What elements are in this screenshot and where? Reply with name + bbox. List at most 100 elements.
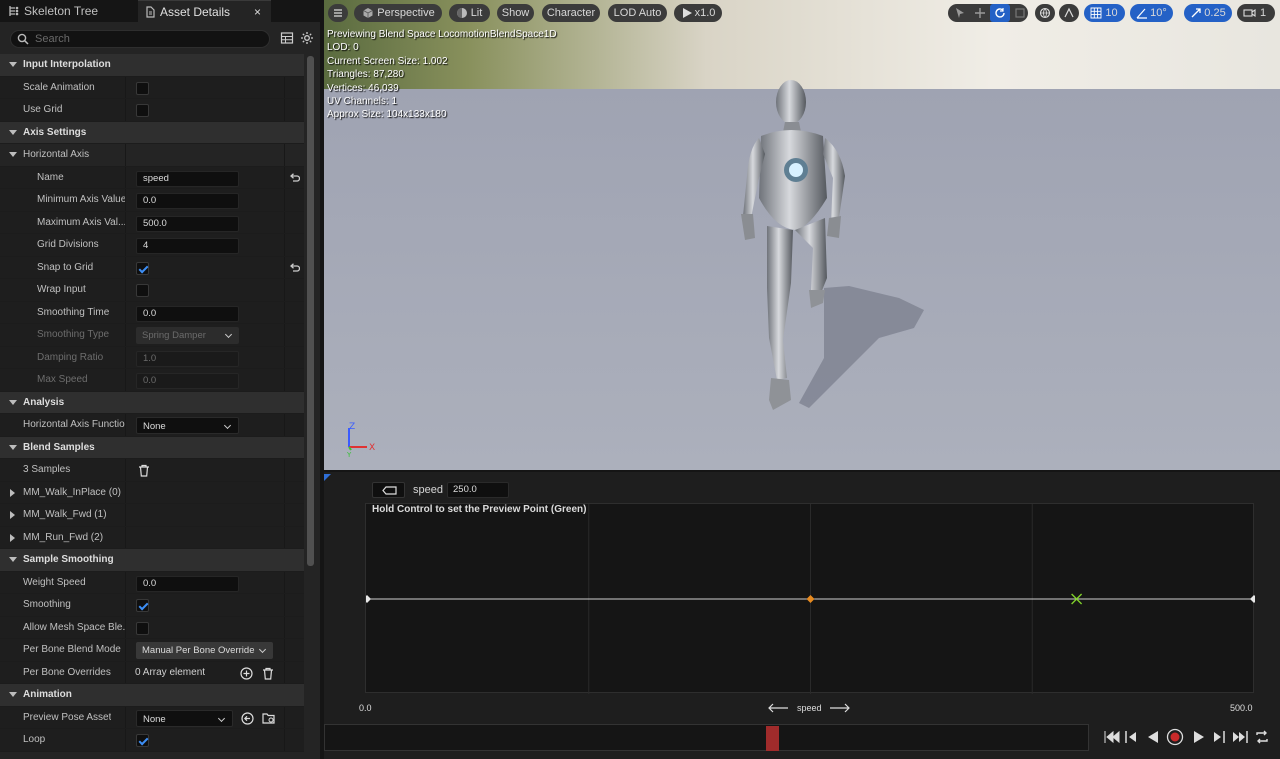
allow-mesh-space-blend-checkbox[interactable] bbox=[136, 621, 149, 635]
category-sample-smoothing[interactable]: Sample Smoothing bbox=[0, 549, 304, 572]
playhead[interactable] bbox=[766, 726, 779, 751]
sample-point[interactable] bbox=[366, 595, 371, 603]
stats-line: LOD: 0 bbox=[327, 42, 359, 54]
table-view-icon[interactable] bbox=[280, 31, 294, 45]
settings-gear-icon[interactable] bbox=[300, 31, 314, 45]
playback-speed-button[interactable]: x1.0 bbox=[674, 4, 722, 22]
smoothing-time-input[interactable]: 0.0 bbox=[136, 305, 239, 322]
toggle-parameter-button[interactable] bbox=[372, 482, 405, 498]
horizontal-axis-function-dropdown[interactable]: None bbox=[136, 417, 239, 434]
preview-viewport[interactable]: Perspective Lit Show Character LOD Auto … bbox=[324, 0, 1280, 470]
show-button[interactable]: Show bbox=[497, 4, 534, 22]
search-input[interactable]: Search bbox=[10, 30, 270, 48]
surface-snap-button[interactable] bbox=[1059, 4, 1079, 22]
category-analysis[interactable]: Analysis bbox=[0, 391, 304, 414]
loop-checkbox[interactable] bbox=[136, 734, 149, 747]
world-local-button[interactable] bbox=[1035, 4, 1055, 22]
browse-folder-icon[interactable] bbox=[262, 712, 276, 725]
search-row: Search bbox=[0, 26, 320, 52]
arrow-right-icon bbox=[830, 703, 850, 713]
sample-item[interactable]: MM_Walk_InPlace (0) bbox=[0, 481, 304, 504]
sample-point[interactable] bbox=[1250, 595, 1255, 603]
sample-item[interactable]: MM_Walk_Fwd (1) bbox=[0, 504, 304, 527]
sample-item[interactable]: MM_Run_Fwd (2) bbox=[0, 526, 304, 549]
close-tab-icon[interactable]: × bbox=[254, 1, 261, 23]
trash-icon[interactable] bbox=[262, 667, 274, 680]
axis-gizmo: Z X Y bbox=[346, 422, 375, 459]
add-element-icon[interactable] bbox=[240, 666, 253, 680]
name-input[interactable]: speed bbox=[136, 170, 239, 187]
step-forward-icon[interactable] bbox=[1212, 729, 1226, 745]
stats-line: Vertices: 46,039 bbox=[327, 82, 399, 94]
details-scrollbar[interactable] bbox=[307, 56, 314, 566]
rotate-tool-active[interactable] bbox=[990, 4, 1010, 22]
collapse-arrow-icon bbox=[9, 692, 17, 697]
scale-snap-value: 0.25 bbox=[1204, 7, 1226, 19]
camera-speed-button[interactable]: 1 bbox=[1237, 4, 1275, 22]
minimum-axis-value-input[interactable]: 0.0 bbox=[136, 193, 239, 209]
record-icon[interactable] bbox=[1166, 728, 1184, 746]
skip-to-start-icon[interactable] bbox=[1104, 729, 1120, 745]
sample-point[interactable] bbox=[806, 595, 815, 603]
loop-icon[interactable] bbox=[1254, 729, 1270, 745]
sample-label: MM_Walk_InPlace (0) bbox=[23, 486, 121, 498]
property-preview-pose-asset: Preview Pose Asset None bbox=[0, 706, 304, 729]
lod-button[interactable]: LOD Auto bbox=[608, 4, 667, 22]
category-blend-samples[interactable]: Blend Samples bbox=[0, 436, 304, 459]
sample-label: MM_Run_Fwd (2) bbox=[23, 531, 104, 543]
dropdown-value: Spring Damper bbox=[142, 330, 206, 341]
property-label: Minimum Axis Value bbox=[37, 194, 127, 205]
wrap-input-checkbox[interactable] bbox=[136, 284, 149, 297]
reset-to-default-icon[interactable] bbox=[289, 172, 300, 184]
category-axis-settings[interactable]: Axis Settings bbox=[0, 121, 304, 144]
use-selected-asset-icon[interactable] bbox=[241, 711, 254, 725]
category-input-interpolation[interactable]: Input Interpolation bbox=[0, 54, 304, 77]
per-bone-blend-mode-dropdown[interactable]: Manual Per Bone Override bbox=[136, 642, 273, 659]
select-cursor-icon[interactable] bbox=[954, 7, 966, 19]
step-back-icon[interactable] bbox=[1124, 729, 1138, 745]
property-name: Name speed bbox=[0, 166, 304, 189]
axis-labels: 0.0 speed 500.0 bbox=[324, 701, 1280, 717]
play-reverse-icon[interactable] bbox=[1146, 729, 1160, 745]
category-animation[interactable]: Animation bbox=[0, 684, 304, 707]
use-grid-checkbox[interactable] bbox=[136, 104, 149, 117]
tab-asset-details[interactable]: Asset Details × bbox=[138, 0, 271, 22]
skip-to-end-icon[interactable] bbox=[1232, 729, 1248, 745]
scale-snap-icon bbox=[1191, 8, 1201, 18]
dropdown-value: None bbox=[143, 713, 166, 725]
blend-space-grid[interactable]: Hold Control to set the Preview Point (G… bbox=[365, 503, 1255, 694]
trash-icon[interactable] bbox=[138, 464, 150, 477]
parameter-value-input[interactable]: 250.0 bbox=[447, 482, 509, 498]
property-label: Grid Divisions bbox=[37, 239, 99, 250]
scale-snap-button[interactable]: 0.25 bbox=[1184, 4, 1232, 22]
preview-parameter-bar: speed 250.0 bbox=[372, 482, 512, 499]
perspective-button[interactable]: Perspective bbox=[354, 4, 442, 22]
grid-divisions-input[interactable]: 4 bbox=[136, 238, 239, 254]
property-label: Loop bbox=[23, 734, 46, 745]
tab-skeleton-tree[interactable]: Skeleton Tree bbox=[0, 0, 137, 22]
translate-icon[interactable] bbox=[974, 7, 986, 19]
play-forward-icon[interactable] bbox=[1192, 729, 1206, 745]
maximum-axis-value-input[interactable]: 500.0 bbox=[136, 215, 239, 232]
timeline-scrubber[interactable] bbox=[324, 724, 1089, 751]
scale-animation-checkbox[interactable] bbox=[136, 81, 149, 95]
preview-pose-asset-dropdown[interactable]: None bbox=[136, 709, 233, 727]
weight-speed-input[interactable]: 0.0 bbox=[136, 575, 239, 592]
snap-to-grid-checkbox[interactable] bbox=[136, 261, 149, 275]
group-horizontal-axis[interactable]: Horizontal Axis bbox=[0, 144, 304, 167]
play-icon bbox=[683, 8, 692, 18]
scale-icon[interactable] bbox=[1014, 7, 1026, 19]
y-axis-label: Y bbox=[346, 451, 352, 459]
character-button[interactable]: Character bbox=[542, 4, 600, 22]
transport-controls bbox=[1102, 728, 1280, 747]
reset-to-default-icon[interactable] bbox=[289, 262, 300, 274]
grid-snap-button[interactable]: 10 bbox=[1084, 4, 1125, 22]
search-icon bbox=[17, 33, 29, 45]
property-scale-animation: Scale Animation bbox=[0, 76, 304, 99]
angle-icon bbox=[1136, 8, 1147, 19]
rotation-snap-button[interactable]: 10° bbox=[1130, 4, 1173, 22]
viewport-menu-button[interactable] bbox=[328, 4, 348, 22]
lit-button[interactable]: Lit bbox=[449, 4, 490, 22]
property-per-bone-blend-mode: Per Bone Blend Mode Manual Per Bone Over… bbox=[0, 639, 304, 662]
smoothing-checkbox[interactable] bbox=[136, 599, 149, 612]
